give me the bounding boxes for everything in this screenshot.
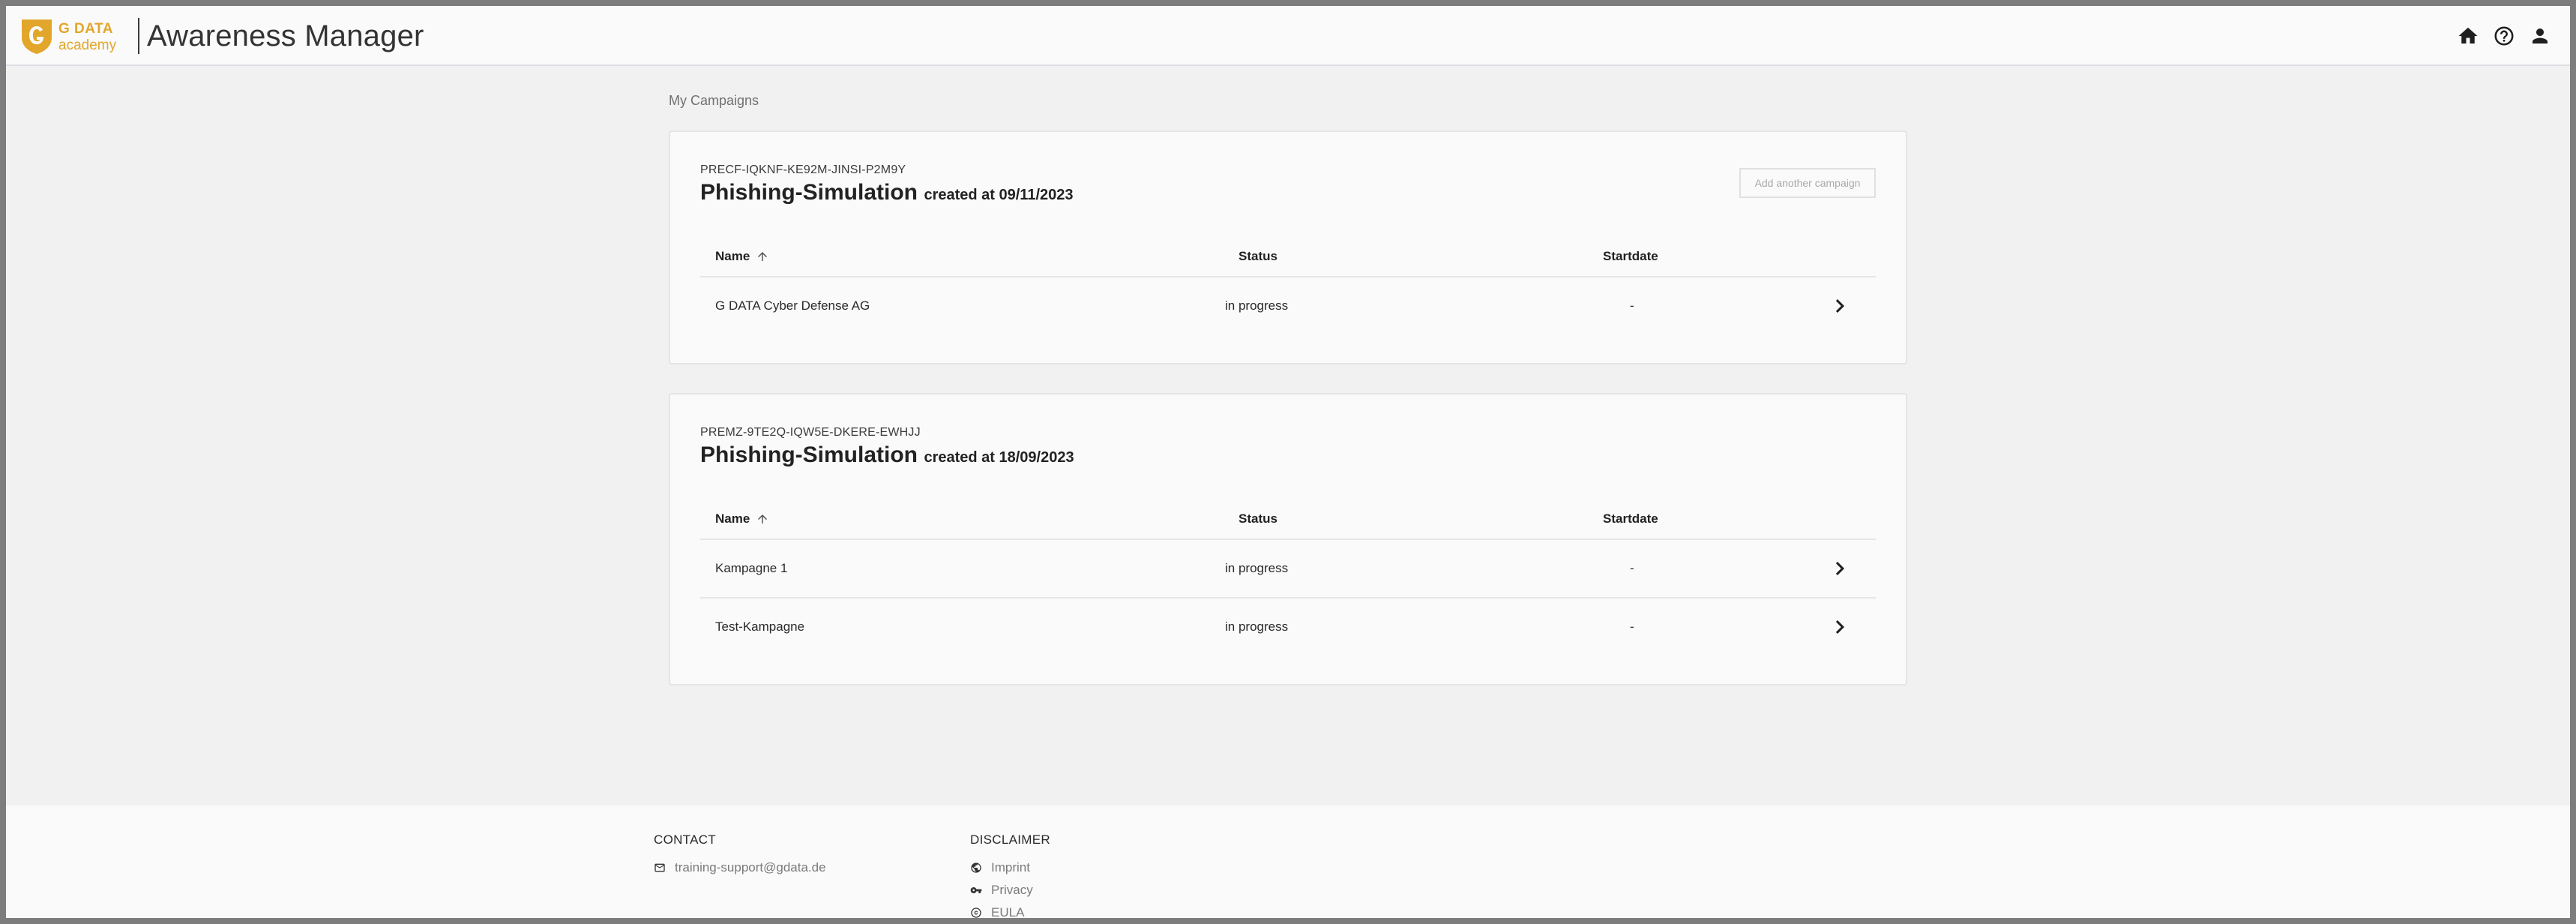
footer-contact: CONTACT training-support@gdata.de <box>654 832 826 879</box>
home-button[interactable] <box>2455 22 2482 50</box>
app-title: Awareness Manager <box>147 20 424 52</box>
table-header: Name Status Startdate <box>700 234 1876 278</box>
chevron-right-icon[interactable] <box>1826 614 1853 640</box>
account-icon <box>2533 28 2548 44</box>
logo-divider <box>138 18 139 54</box>
column-header-name[interactable]: Name <box>715 249 769 264</box>
logo-text-gdata: G DATA <box>58 21 114 37</box>
row-name: Kampagne 1 <box>715 561 788 575</box>
account-button[interactable] <box>2527 22 2554 50</box>
contact-heading: CONTACT <box>654 832 716 847</box>
contact-email: training-support@gdata.de <box>675 860 826 874</box>
campaign-card: PRECF-IQKNF-KE92M-JINSI-P2M9Y Phishing-S… <box>669 130 1907 364</box>
copyright-icon <box>971 908 981 918</box>
column-header-status: Status <box>1239 512 1278 526</box>
column-header-status: Status <box>1239 249 1278 263</box>
row-startdate: - <box>1630 561 1634 575</box>
key-icon <box>970 887 982 893</box>
row-name: Test-Kampagne <box>715 620 805 634</box>
page-title: My Campaigns <box>669 93 759 108</box>
campaign-table: Name Status Startdate Kampagne 1 in prog… <box>700 496 1876 657</box>
row-name: G DATA Cyber Defense AG <box>715 298 870 313</box>
header-actions <box>2455 22 2554 50</box>
globe-icon <box>971 862 981 873</box>
eula-label: EULA <box>991 905 1025 918</box>
app-window: G DATA academy Awareness Manager My Camp… <box>6 6 2570 918</box>
add-another-campaign-button[interactable]: Add another campaign <box>1739 168 1876 198</box>
imprint-label: Imprint <box>991 860 1030 874</box>
table-row[interactable]: Test-Kampagne in progress - <box>700 598 1876 657</box>
chevron-right-icon[interactable] <box>1826 292 1853 320</box>
sort-ascending-icon <box>758 252 768 261</box>
campaign-title: Phishing-Simulation created at 18/09/202… <box>700 442 1074 468</box>
campaign-type: Phishing-Simulation <box>700 180 918 205</box>
column-header-startdate: Startdate <box>1603 512 1658 526</box>
campaign-created: created at 18/09/2023 <box>924 449 1074 466</box>
campaign-card: PREMZ-9TE2Q-IQW5E-DKERE-EWHJJ Phishing-S… <box>669 393 1907 686</box>
column-name-label: Name <box>715 249 750 263</box>
campaign-code: PREMZ-9TE2Q-IQW5E-DKERE-EWHJJ <box>700 426 921 439</box>
top-bar: G DATA academy Awareness Manager <box>6 6 2570 66</box>
eula-link[interactable]: EULA <box>970 902 1050 918</box>
column-name-label: Name <box>715 512 750 526</box>
help-button[interactable] <box>2491 22 2518 50</box>
column-header-name[interactable]: Name <box>715 512 769 526</box>
table-row[interactable]: G DATA Cyber Defense AG in progress - <box>700 278 1876 336</box>
gdata-shield-icon <box>22 20 52 54</box>
disclaimer-heading: DISCLAIMER <box>970 832 1050 847</box>
chevron-right-icon[interactable] <box>1826 555 1853 582</box>
home-icon <box>2458 27 2478 44</box>
row-startdate: - <box>1630 298 1634 313</box>
sort-ascending-icon <box>758 514 768 524</box>
row-status: in progress <box>1225 561 1289 575</box>
footer-disclaimer: DISCLAIMER Imprint Privacy EULA <box>970 832 1050 918</box>
campaign-type: Phishing-Simulation <box>700 442 918 467</box>
table-header: Name Status Startdate <box>700 496 1876 540</box>
campaign-created: created at 09/11/2023 <box>924 187 1074 203</box>
campaign-table: Name Status Startdate G DATA Cyber Defen… <box>700 234 1876 336</box>
privacy-link[interactable]: Privacy <box>970 879 1050 902</box>
logo-text-academy: academy <box>58 38 117 53</box>
campaign-code: PRECF-IQKNF-KE92M-JINSI-P2M9Y <box>700 164 906 176</box>
campaign-title: Phishing-Simulation created at 09/11/202… <box>700 180 1074 206</box>
gdata-academy-logo[interactable]: G DATA academy <box>19 14 132 58</box>
footer: CONTACT training-support@gdata.de DISCLA… <box>6 806 2570 918</box>
row-status: in progress <box>1225 298 1289 313</box>
contact-email-link[interactable]: training-support@gdata.de <box>654 856 826 879</box>
column-header-startdate: Startdate <box>1603 249 1658 263</box>
help-icon <box>2494 26 2514 46</box>
mail-icon <box>654 863 665 872</box>
table-row[interactable]: Kampagne 1 in progress - <box>700 540 1876 598</box>
row-startdate: - <box>1630 620 1634 634</box>
imprint-link[interactable]: Imprint <box>970 856 1050 879</box>
privacy-label: Privacy <box>991 883 1033 897</box>
row-status: in progress <box>1225 620 1289 634</box>
